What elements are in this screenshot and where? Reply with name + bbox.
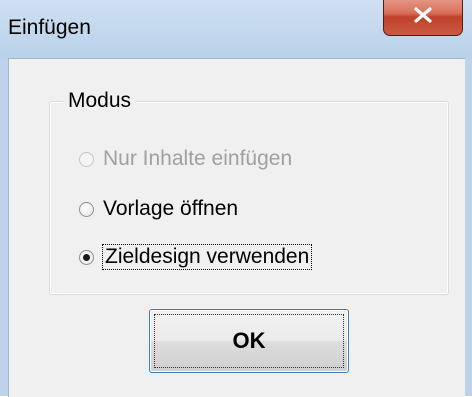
window-title: Einfügen	[8, 16, 91, 39]
title-bar[interactable]: Einfügen	[0, 0, 472, 58]
close-button[interactable]	[383, 0, 463, 36]
dialog-window: Einfügen Modus Nur Inhalte einfügen Vorl…	[0, 0, 472, 397]
radio-dot-icon	[83, 253, 90, 261]
dialog-client-area: Modus Nur Inhalte einfügen Vorlage öffne…	[8, 58, 465, 397]
ok-button-label: OK	[232, 328, 266, 353]
radio-button-icon[interactable]	[79, 201, 94, 217]
close-x-icon	[414, 7, 432, 23]
option-nur-inhalte-einfuegen: Nur Inhalte einfügen	[79, 144, 292, 174]
mode-group-label: Modus	[63, 89, 137, 113]
option-label: Zieldesign verwenden	[101, 244, 313, 270]
option-zieldesign-verwenden[interactable]: Zieldesign verwenden	[79, 242, 313, 272]
radio-button-selected-icon[interactable]	[79, 249, 94, 265]
ok-button[interactable]: OK	[149, 309, 349, 373]
option-vorlage-oeffnen[interactable]: Vorlage öffnen	[79, 194, 238, 224]
option-label: Vorlage öffnen	[103, 197, 239, 220]
radio-button-icon	[79, 151, 94, 167]
option-label: Nur Inhalte einfügen	[103, 147, 293, 170]
